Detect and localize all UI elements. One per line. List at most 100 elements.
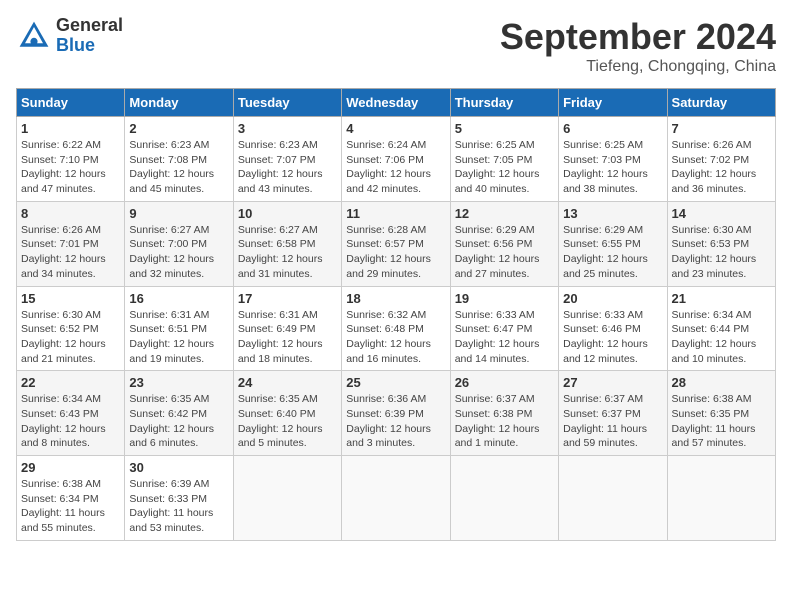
table-row xyxy=(342,456,450,541)
table-row: 8 Sunrise: 6:26 AMSunset: 7:01 PMDaylight… xyxy=(17,201,125,286)
day-number: 1 xyxy=(21,121,120,136)
day-info: Sunrise: 6:27 AMSunset: 6:58 PMDaylight:… xyxy=(238,223,337,282)
table-row xyxy=(559,456,667,541)
day-info: Sunrise: 6:32 AMSunset: 6:48 PMDaylight:… xyxy=(346,308,445,367)
header-friday: Friday xyxy=(559,89,667,117)
calendar-header-row: Sunday Monday Tuesday Wednesday Thursday… xyxy=(17,89,776,117)
day-number: 26 xyxy=(455,375,554,390)
table-row: 11 Sunrise: 6:28 AMSunset: 6:57 PMDayligh… xyxy=(342,201,450,286)
table-row: 20 Sunrise: 6:33 AMSunset: 6:46 PMDayligh… xyxy=(559,286,667,371)
table-row xyxy=(450,456,558,541)
table-row: 7 Sunrise: 6:26 AMSunset: 7:02 PMDaylight… xyxy=(667,117,775,202)
table-row: 13Sunrise: 6:29 AMSunset: 6:55 PMDayligh… xyxy=(559,201,667,286)
header-tuesday: Tuesday xyxy=(233,89,341,117)
table-row: 5Sunrise: 6:25 AMSunset: 7:05 PMDaylight… xyxy=(450,117,558,202)
day-number: 9 xyxy=(129,206,228,221)
header-wednesday: Wednesday xyxy=(342,89,450,117)
day-number: 11 xyxy=(346,206,445,221)
day-info: Sunrise: 6:30 AMSunset: 6:52 PMDaylight:… xyxy=(21,308,120,367)
day-info: Sunrise: 6:37 AMSunset: 6:37 PMDaylight:… xyxy=(563,392,662,451)
day-number: 19 xyxy=(455,291,554,306)
table-row: 2 Sunrise: 6:23 AMSunset: 7:08 PMDaylight… xyxy=(125,117,233,202)
day-number: 4 xyxy=(346,121,445,136)
day-info: Sunrise: 6:27 AMSunset: 7:00 PMDaylight:… xyxy=(129,223,228,282)
table-row: 24 Sunrise: 6:35 AMSunset: 6:40 PMDayligh… xyxy=(233,371,341,456)
table-row: 22 Sunrise: 6:34 AMSunset: 6:43 PMDayligh… xyxy=(17,371,125,456)
table-row: 28Sunrise: 6:38 AMSunset: 6:35 PMDayligh… xyxy=(667,371,775,456)
day-number: 10 xyxy=(238,206,337,221)
day-info: Sunrise: 6:26 AMSunset: 7:01 PMDaylight:… xyxy=(21,223,120,282)
table-row: 21 Sunrise: 6:34 AMSunset: 6:44 PMDayligh… xyxy=(667,286,775,371)
calendar-week-3: 15 Sunrise: 6:30 AMSunset: 6:52 PMDayligh… xyxy=(17,286,776,371)
header-sunday: Sunday xyxy=(17,89,125,117)
table-row: 9 Sunrise: 6:27 AMSunset: 7:00 PMDaylight… xyxy=(125,201,233,286)
day-info: Sunrise: 6:35 AMSunset: 6:40 PMDaylight:… xyxy=(238,392,337,451)
day-number: 23 xyxy=(129,375,228,390)
day-info: Sunrise: 6:36 AMSunset: 6:39 PMDaylight:… xyxy=(346,392,445,451)
day-info: Sunrise: 6:26 AMSunset: 7:02 PMDaylight:… xyxy=(672,138,771,197)
page-header: General Blue September 2024 Tiefeng, Cho… xyxy=(16,16,776,76)
table-row: 27 Sunrise: 6:37 AMSunset: 6:37 PMDayligh… xyxy=(559,371,667,456)
table-row: 4 Sunrise: 6:24 AMSunset: 7:06 PMDaylight… xyxy=(342,117,450,202)
day-number: 7 xyxy=(672,121,771,136)
day-info: Sunrise: 6:31 AMSunset: 6:49 PMDaylight:… xyxy=(238,308,337,367)
day-number: 14 xyxy=(672,206,771,221)
title-block: September 2024 Tiefeng, Chongqing, China xyxy=(500,16,776,76)
day-number: 18 xyxy=(346,291,445,306)
calendar-table: Sunday Monday Tuesday Wednesday Thursday… xyxy=(16,88,776,541)
day-number: 22 xyxy=(21,375,120,390)
day-info: Sunrise: 6:34 AMSunset: 6:43 PMDaylight:… xyxy=(21,392,120,451)
day-number: 20 xyxy=(563,291,662,306)
day-number: 21 xyxy=(672,291,771,306)
day-info: Sunrise: 6:23 AMSunset: 7:08 PMDaylight:… xyxy=(129,138,228,197)
day-info: Sunrise: 6:39 AMSunset: 6:33 PMDaylight:… xyxy=(129,477,228,536)
table-row: 14 Sunrise: 6:30 AMSunset: 6:53 PMDayligh… xyxy=(667,201,775,286)
day-info: Sunrise: 6:24 AMSunset: 7:06 PMDaylight:… xyxy=(346,138,445,197)
day-number: 25 xyxy=(346,375,445,390)
table-row: 18 Sunrise: 6:32 AMSunset: 6:48 PMDayligh… xyxy=(342,286,450,371)
header-monday: Monday xyxy=(125,89,233,117)
day-info: Sunrise: 6:23 AMSunset: 7:07 PMDaylight:… xyxy=(238,138,337,197)
day-info: Sunrise: 6:28 AMSunset: 6:57 PMDaylight:… xyxy=(346,223,445,282)
day-number: 17 xyxy=(238,291,337,306)
calendar-week-1: 1Sunrise: 6:22 AMSunset: 7:10 PMDaylight… xyxy=(17,117,776,202)
calendar-week-5: 29Sunrise: 6:38 AMSunset: 6:34 PMDayligh… xyxy=(17,456,776,541)
day-info: Sunrise: 6:37 AMSunset: 6:38 PMDaylight:… xyxy=(455,392,554,451)
day-number: 3 xyxy=(238,121,337,136)
header-saturday: Saturday xyxy=(667,89,775,117)
day-number: 16 xyxy=(129,291,228,306)
day-info: Sunrise: 6:38 AMSunset: 6:34 PMDaylight:… xyxy=(21,477,120,536)
day-number: 24 xyxy=(238,375,337,390)
table-row: 26 Sunrise: 6:37 AMSunset: 6:38 PMDayligh… xyxy=(450,371,558,456)
day-number: 5 xyxy=(455,121,554,136)
day-info: Sunrise: 6:31 AMSunset: 6:51 PMDaylight:… xyxy=(129,308,228,367)
day-info: Sunrise: 6:29 AMSunset: 6:56 PMDaylight:… xyxy=(455,223,554,282)
day-number: 2 xyxy=(129,121,228,136)
calendar-week-4: 22 Sunrise: 6:34 AMSunset: 6:43 PMDayligh… xyxy=(17,371,776,456)
day-info: Sunrise: 6:30 AMSunset: 6:53 PMDaylight:… xyxy=(672,223,771,282)
day-number: 15 xyxy=(21,291,120,306)
table-row: 30Sunrise: 6:39 AMSunset: 6:33 PMDayligh… xyxy=(125,456,233,541)
month-title: September 2024 xyxy=(500,16,776,58)
header-thursday: Thursday xyxy=(450,89,558,117)
table-row: 1Sunrise: 6:22 AMSunset: 7:10 PMDaylight… xyxy=(17,117,125,202)
day-info: Sunrise: 6:33 AMSunset: 6:46 PMDaylight:… xyxy=(563,308,662,367)
table-row: 15 Sunrise: 6:30 AMSunset: 6:52 PMDayligh… xyxy=(17,286,125,371)
day-number: 27 xyxy=(563,375,662,390)
logo-text: General Blue xyxy=(56,16,123,56)
table-row: 3 Sunrise: 6:23 AMSunset: 7:07 PMDaylight… xyxy=(233,117,341,202)
table-row: 10 Sunrise: 6:27 AMSunset: 6:58 PMDayligh… xyxy=(233,201,341,286)
day-number: 28 xyxy=(672,375,771,390)
day-info: Sunrise: 6:34 AMSunset: 6:44 PMDaylight:… xyxy=(672,308,771,367)
day-number: 12 xyxy=(455,206,554,221)
table-row: 29Sunrise: 6:38 AMSunset: 6:34 PMDayligh… xyxy=(17,456,125,541)
table-row: 19Sunrise: 6:33 AMSunset: 6:47 PMDayligh… xyxy=(450,286,558,371)
day-number: 8 xyxy=(21,206,120,221)
table-row: 17 Sunrise: 6:31 AMSunset: 6:49 PMDayligh… xyxy=(233,286,341,371)
table-row: 6Sunrise: 6:25 AMSunset: 7:03 PMDaylight… xyxy=(559,117,667,202)
calendar-week-2: 8 Sunrise: 6:26 AMSunset: 7:01 PMDaylight… xyxy=(17,201,776,286)
day-info: Sunrise: 6:25 AMSunset: 7:03 PMDaylight:… xyxy=(563,138,662,197)
logo-blue: Blue xyxy=(56,36,123,56)
location-title: Tiefeng, Chongqing, China xyxy=(500,58,776,76)
table-row: 16 Sunrise: 6:31 AMSunset: 6:51 PMDayligh… xyxy=(125,286,233,371)
